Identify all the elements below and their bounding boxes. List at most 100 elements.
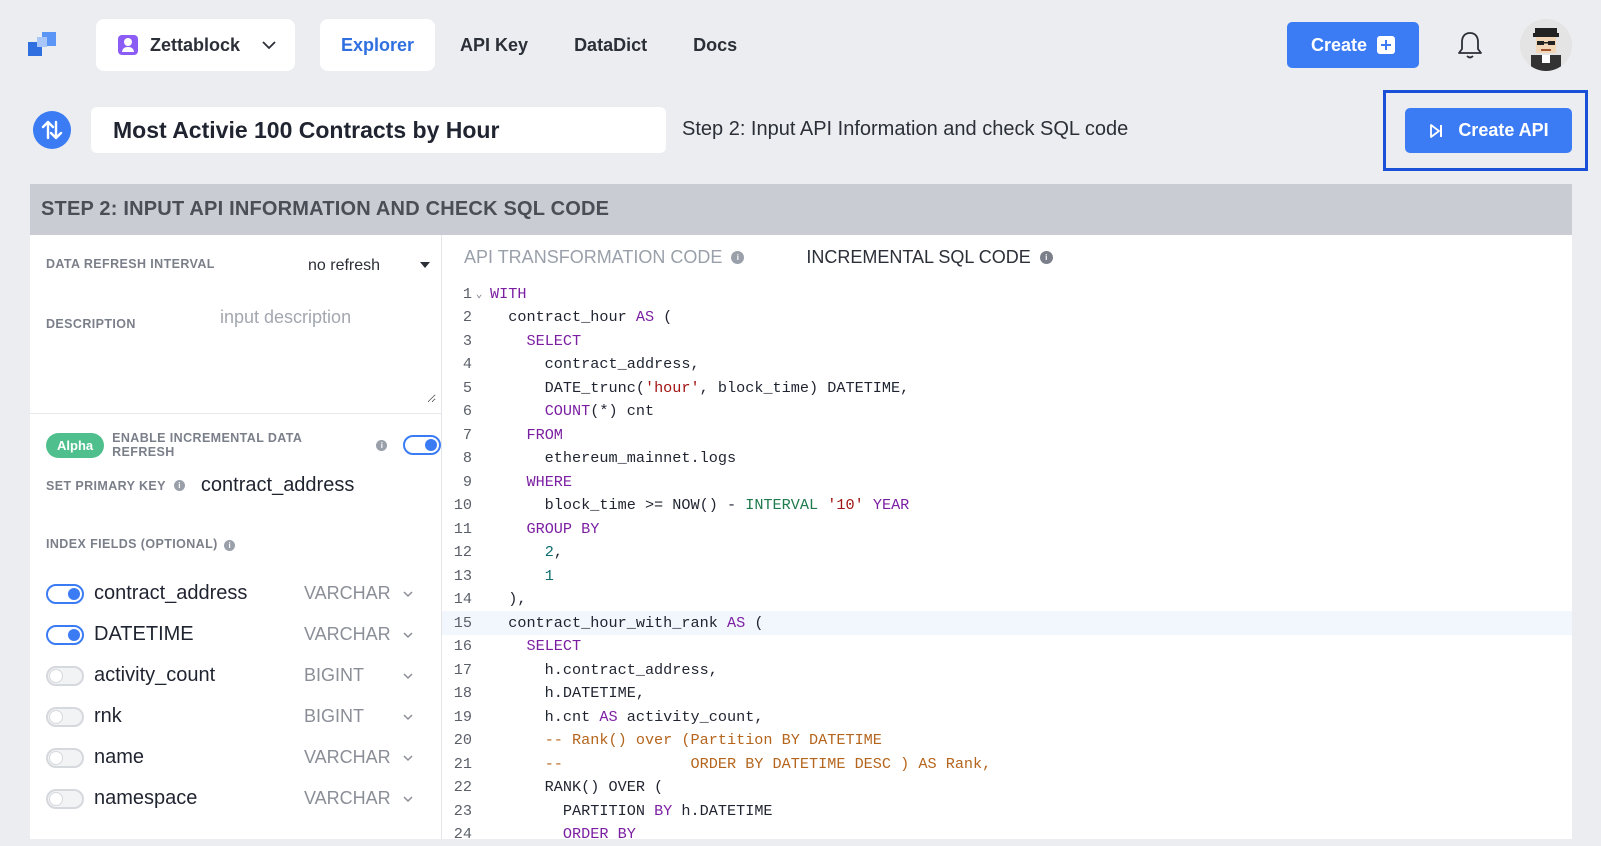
code-line[interactable]: 15 contract_hour_with_rank AS ( <box>442 611 1572 635</box>
plus-square-icon <box>1377 36 1395 54</box>
line-number: 15 <box>442 614 472 632</box>
code-line[interactable]: 4 contract_address, <box>442 353 1572 377</box>
index-field-row: DATETIME VARCHAR <box>46 614 426 655</box>
code-text: ethereum_mainnet.logs <box>486 449 736 467</box>
toggle-knob <box>425 439 437 451</box>
play-step-icon <box>1428 123 1444 139</box>
code-text: h.contract_address, <box>486 661 718 679</box>
refresh-interval-select[interactable]: no refresh <box>308 253 438 279</box>
swap-arrows-button[interactable] <box>33 111 71 149</box>
code-token <box>490 332 526 350</box>
code-text: WITH <box>486 285 526 303</box>
code-line[interactable]: 20 -- Rank() over (Partition BY DATETIME <box>442 729 1572 753</box>
code-text: DATE_trunc('hour', block_time) DATETIME, <box>486 379 909 397</box>
info-icon[interactable]: i <box>376 440 387 451</box>
code-token: block_time >= NOW() - <box>490 496 745 514</box>
code-line[interactable]: 16 SELECT <box>442 635 1572 659</box>
field-type-select[interactable]: VARCHAR <box>304 788 391 809</box>
code-token: contract_hour_with_rank <box>490 614 727 632</box>
field-toggle[interactable] <box>46 584 84 604</box>
refresh-interval-row: DATA REFRESH INTERVAL no refresh <box>46 257 426 271</box>
code-line[interactable]: 11 GROUP BY <box>442 517 1572 541</box>
tab-incremental-sql-code[interactable]: INCREMENTAL SQL CODE i <box>806 247 1052 268</box>
chevron-down-icon[interactable] <box>402 629 414 641</box>
tab-datadict[interactable]: DataDict <box>553 19 668 71</box>
code-token: AS <box>636 308 654 326</box>
field-toggle[interactable] <box>46 789 84 809</box>
code-line[interactable]: 17 h.contract_address, <box>442 658 1572 682</box>
description-label: DESCRIPTION <box>46 317 136 331</box>
code-line[interactable]: 12 2, <box>442 541 1572 565</box>
code-line[interactable]: 2 contract_hour AS ( <box>442 306 1572 330</box>
tab-api-key[interactable]: API Key <box>439 19 549 71</box>
code-line[interactable]: 23 PARTITION BY h.DATETIME <box>442 799 1572 823</box>
line-number: 23 <box>442 802 472 820</box>
code-token: contract_address, <box>490 355 700 373</box>
field-type-select[interactable]: VARCHAR <box>304 583 391 604</box>
user-avatar[interactable] <box>1520 19 1572 71</box>
field-type-select[interactable]: VARCHAR <box>304 624 391 645</box>
sql-code-editor[interactable]: 1⌄WITH2 contract_hour AS (3 SELECT4 cont… <box>442 282 1572 846</box>
line-number: 1 <box>442 285 472 303</box>
code-line[interactable]: 6 COUNT(*) cnt <box>442 400 1572 424</box>
code-line[interactable]: 22 RANK() OVER ( <box>442 776 1572 800</box>
field-toggle[interactable] <box>46 707 84 727</box>
tab-api-transformation-code[interactable]: API TRANSFORMATION CODE i <box>464 247 744 268</box>
chevron-down-icon[interactable] <box>402 711 414 723</box>
primary-key-value[interactable]: contract_address <box>201 474 354 497</box>
code-text: contract_hour_with_rank AS ( <box>486 614 763 632</box>
refresh-interval-value: no refresh <box>308 257 380 275</box>
code-token <box>490 825 563 843</box>
code-line[interactable]: 9 WHERE <box>442 470 1572 494</box>
create-api-button[interactable]: Create API <box>1405 108 1572 153</box>
code-token: h.DATETIME <box>672 802 772 820</box>
code-line[interactable]: 18 h.DATETIME, <box>442 682 1572 706</box>
field-toggle[interactable] <box>46 748 84 768</box>
workspace-selector[interactable]: Zettablock <box>96 19 295 71</box>
code-line[interactable]: 1⌄WITH <box>442 282 1572 306</box>
zettablock-logo[interactable] <box>28 28 60 60</box>
info-icon[interactable]: i <box>224 540 235 551</box>
api-title-input[interactable]: Most Activie 100 Contracts by Hour <box>91 107 666 153</box>
code-line[interactable]: 10 block_time >= NOW() - INTERVAL '10' Y… <box>442 494 1572 518</box>
index-fields-list: contract_address VARCHAR DATETIME VARCHA… <box>46 573 426 819</box>
code-line[interactable]: 14 ), <box>442 588 1572 612</box>
field-name: name <box>94 746 144 769</box>
field-type-select[interactable]: BIGINT <box>304 665 364 686</box>
code-line[interactable]: 5 DATE_trunc('hour', block_time) DATETIM… <box>442 376 1572 400</box>
bell-icon[interactable] <box>1456 30 1484 60</box>
line-number: 21 <box>442 755 472 773</box>
field-toggle[interactable] <box>46 625 84 645</box>
code-line[interactable]: 21 -- ORDER BY DATETIME DESC ) AS Rank, <box>442 752 1572 776</box>
chevron-down-icon[interactable] <box>402 752 414 764</box>
code-token: ), <box>490 590 526 608</box>
primary-key-row: SET PRIMARY KEY i contract_address <box>46 474 354 497</box>
field-type-select[interactable]: VARCHAR <box>304 747 391 768</box>
code-text: WHERE <box>486 473 572 491</box>
incremental-refresh-toggle[interactable] <box>403 435 441 455</box>
info-icon[interactable]: i <box>174 480 185 491</box>
chevron-down-icon[interactable] <box>402 670 414 682</box>
chevron-down-icon[interactable] <box>402 793 414 805</box>
code-token: YEAR <box>873 496 909 514</box>
line-number: 13 <box>442 567 472 585</box>
chevron-down-icon <box>260 36 278 54</box>
code-line[interactable]: 13 1 <box>442 564 1572 588</box>
code-line[interactable]: 8 ethereum_mainnet.logs <box>442 447 1572 471</box>
field-name: DATETIME <box>94 623 194 646</box>
code-line[interactable]: 3 SELECT <box>442 329 1572 353</box>
code-line[interactable]: 24 ORDER BY <box>442 823 1572 846</box>
tab-explorer[interactable]: Explorer <box>320 19 435 71</box>
code-text: h.cnt AS activity_count, <box>486 708 763 726</box>
code-token: h.cnt <box>490 708 599 726</box>
code-line[interactable]: 7 FROM <box>442 423 1572 447</box>
code-token: GROUP BY <box>526 520 599 538</box>
tab-docs[interactable]: Docs <box>672 19 758 71</box>
code-line[interactable]: 19 h.cnt AS activity_count, <box>442 705 1572 729</box>
field-type-select[interactable]: BIGINT <box>304 706 364 727</box>
field-toggle[interactable] <box>46 666 84 686</box>
fold-chevron-icon[interactable]: ⌄ <box>472 287 486 301</box>
description-input[interactable] <box>220 307 436 403</box>
create-button[interactable]: Create <box>1287 22 1419 68</box>
chevron-down-icon[interactable] <box>402 588 414 600</box>
